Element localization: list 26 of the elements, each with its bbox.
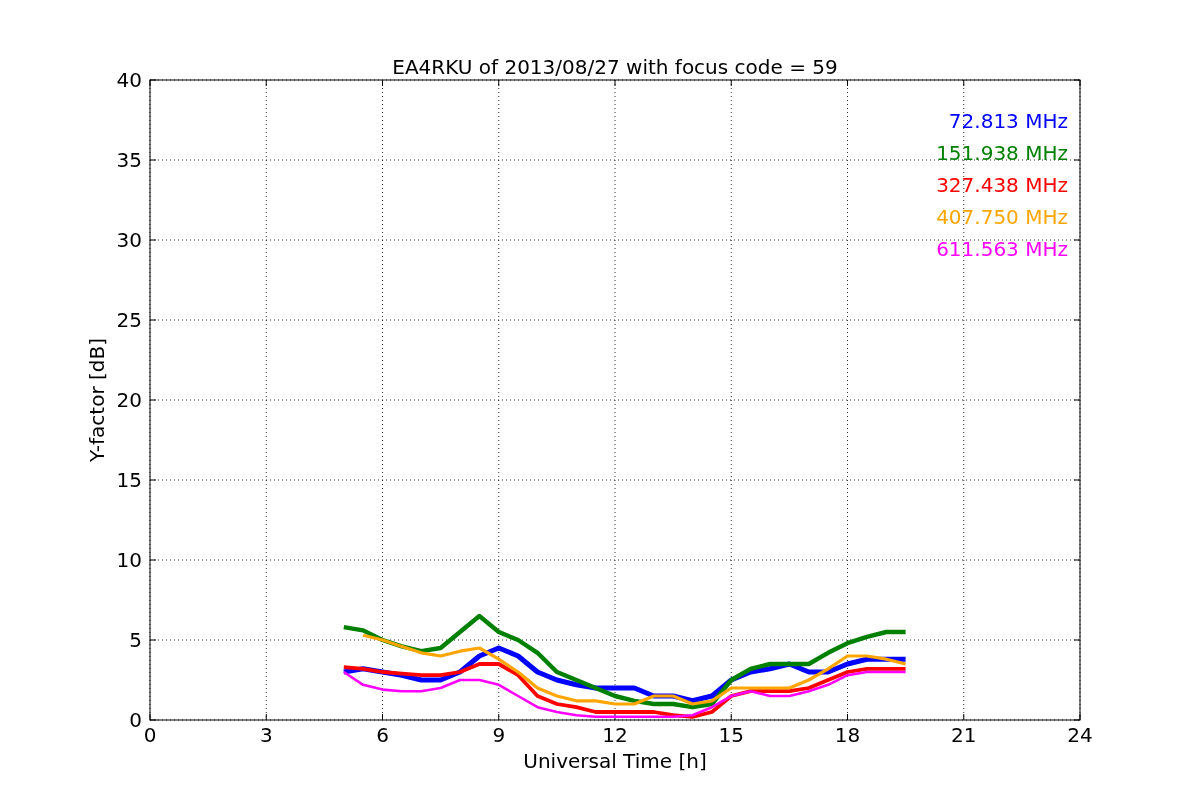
tick-label: 0 [129, 708, 142, 732]
legend-label: 327.438 MHz [936, 173, 1068, 197]
tick-label: 0 [143, 723, 157, 747]
tick-label: 6 [376, 723, 389, 747]
tick-label: 5 [129, 628, 142, 652]
tick-label: 24 [1067, 723, 1093, 747]
chart-title: EA4RKU of 2013/08/27 with focus code = 59 [392, 55, 838, 79]
axis-title: Y-factor [dB] [85, 338, 109, 462]
tick-label: 12 [602, 723, 628, 747]
tick-label: 30 [116, 228, 142, 252]
legend-label: 72.813 MHz [948, 109, 1068, 133]
tick-label: 10 [116, 548, 142, 572]
tick-label: 18 [834, 723, 861, 747]
tick-label: 21 [951, 723, 977, 747]
legend-label: 407.750 MHz [936, 205, 1068, 229]
tick-label: 3 [259, 723, 273, 747]
tick-label: 15 [718, 723, 744, 747]
tick-label: 35 [116, 148, 142, 172]
legend-label: 611.563 MHz [936, 237, 1068, 261]
legend-label: 151.938 MHz [936, 141, 1068, 165]
tick-label: 40 [116, 68, 142, 92]
tick-label: 20 [116, 388, 142, 412]
tick-label: 25 [116, 308, 142, 332]
tick-label: 15 [116, 468, 142, 492]
axis-title: Universal Time [h] [523, 749, 707, 773]
tick-label: 9 [492, 723, 506, 747]
